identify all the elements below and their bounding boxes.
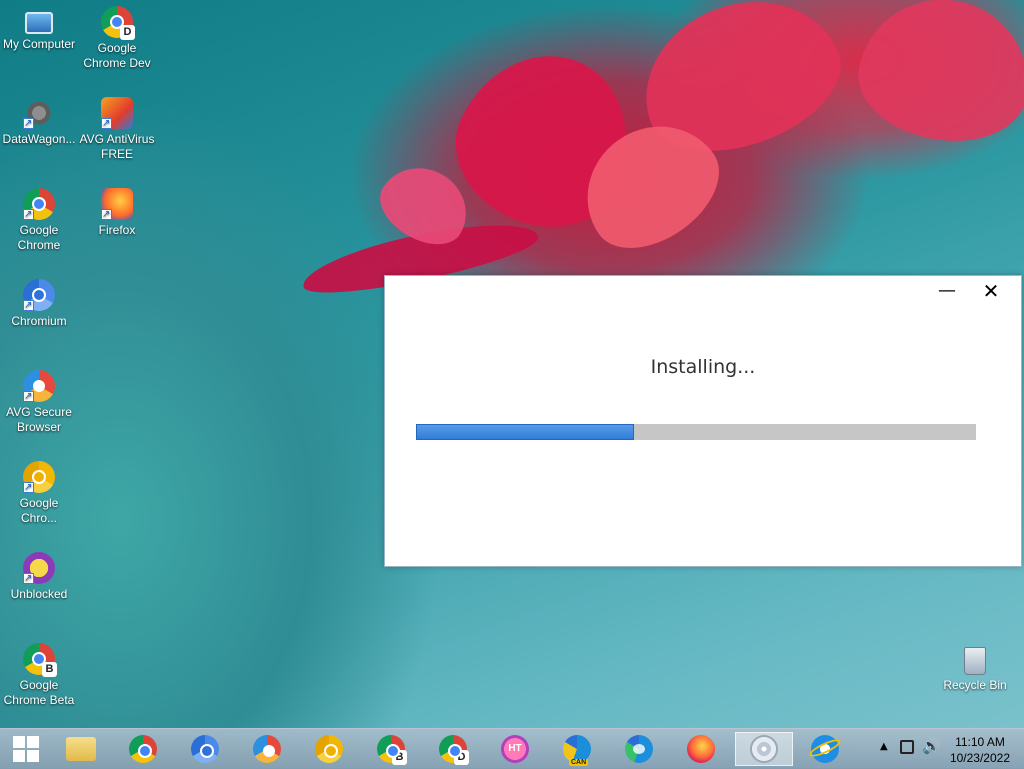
chrome-beta-icon: B <box>377 735 407 765</box>
shortcut-arrow-icon <box>101 207 112 222</box>
desktop-icon-datawagon[interactable]: DataWagon... <box>0 97 78 147</box>
shortcut-arrow-icon <box>101 116 112 131</box>
firefox-icon <box>101 188 133 222</box>
chrome-canary-icon <box>23 461 55 495</box>
avg-secure-browser-icon <box>253 735 281 763</box>
desktop-icon-recycle-bin[interactable]: Recycle Bin <box>936 643 1014 693</box>
shortcut-arrow-icon <box>23 207 34 222</box>
start-button[interactable] <box>0 732 52 766</box>
shortcut-arrow-icon <box>23 480 34 495</box>
windows-icon <box>13 736 39 762</box>
chrome-icon <box>23 188 55 222</box>
taskbar-unblocked[interactable]: HT <box>489 732 541 766</box>
desktop-icon-label: AVG Secure Browser <box>6 405 72 434</box>
desktop-icon-google-chrome[interactable]: Google Chrome <box>0 188 78 253</box>
desktop-icon-label: Google Chrome Dev <box>83 41 151 70</box>
clock[interactable]: 11:10 AM 10/23/2022 <box>950 734 1010 766</box>
volume-icon[interactable]: 🔊 <box>922 737 941 755</box>
desktop-icon-firefox[interactable]: Firefox <box>78 188 156 238</box>
desktop-icon-label: Google Chrome <box>17 223 61 252</box>
unblocked-icon <box>23 552 55 586</box>
desktop-icon-label: My Computer <box>2 37 76 51</box>
chrome-canary-icon <box>315 735 343 763</box>
chromium-icon <box>23 279 55 313</box>
desktop-icon-label: Recycle Bin <box>943 678 1007 692</box>
taskbar: B D HT CAN ▲ 🔊 11:10 AM 10/23/2022 <box>0 728 1024 769</box>
shortcut-arrow-icon <box>23 571 34 586</box>
chrome-beta-icon: B <box>23 643 57 677</box>
avg-secure-browser-icon <box>23 370 55 404</box>
show-hidden-icons-icon[interactable]: ▲ <box>880 741 888 752</box>
taskbar-file-explorer[interactable] <box>55 732 107 766</box>
desktop-icon-chromium[interactable]: Chromium <box>0 279 78 329</box>
chrome-icon <box>129 735 157 763</box>
chromium-icon <box>191 735 219 763</box>
system-tray: ▲ 🔊 11:10 AM 10/23/2022 <box>864 729 1024 769</box>
desktop-icon-label: AVG AntiVirus FREE <box>79 132 155 161</box>
taskbar-chrome-beta[interactable]: B <box>365 732 417 766</box>
gear-icon <box>23 97 55 131</box>
folder-icon <box>66 737 96 761</box>
desktop-icon-avg-antivirus[interactable]: AVG AntiVirus FREE <box>78 97 156 162</box>
internet-explorer-icon <box>811 735 839 763</box>
install-progress-fill <box>416 424 635 440</box>
desktop-icon-label: Google Chro... <box>19 496 59 525</box>
taskbar-edge-canary[interactable]: CAN <box>551 732 603 766</box>
desktop-icon-label: DataWagon... <box>2 132 76 146</box>
edge-icon <box>625 735 653 763</box>
taskbar-installer-setup[interactable] <box>735 732 793 766</box>
taskbar-firefox[interactable] <box>675 732 727 766</box>
desktop-icon-avg-secure-browser[interactable]: AVG Secure Browser <box>0 370 78 435</box>
shortcut-arrow-icon <box>23 116 34 131</box>
computer-icon <box>25 12 53 34</box>
unblocked-icon: HT <box>501 735 529 763</box>
recycle-bin-icon <box>964 647 986 675</box>
desktop-icon-chrome-dev[interactable]: D Google Chrome Dev <box>78 6 156 71</box>
desktop-icon-unblocked[interactable]: Unblocked <box>0 552 78 602</box>
desktop-icon-label: Unblocked <box>10 587 68 601</box>
installer-window: — ✕ Installing... <box>384 275 1022 567</box>
shortcut-arrow-icon <box>23 389 34 404</box>
desktop-icon-label: Firefox <box>98 223 136 237</box>
chrome-dev-icon: D <box>439 735 469 765</box>
close-button[interactable]: ✕ <box>969 278 1013 304</box>
desktop-icon-label: Google Chrome Beta <box>3 678 75 707</box>
desktop-icon-label: Chromium <box>11 314 67 328</box>
clock-date: 10/23/2022 <box>949 751 1010 765</box>
firefox-icon <box>687 735 715 763</box>
wallpaper-petal <box>849 0 1024 154</box>
avg-antivirus-icon <box>101 97 133 131</box>
desktop-icon-chrome-beta[interactable]: B Google Chrome Beta <box>0 643 78 708</box>
taskbar-edge[interactable] <box>613 732 665 766</box>
install-progress-bar <box>416 424 976 440</box>
dvd-setup-icon <box>750 735 778 763</box>
clock-time: 11:10 AM <box>955 735 1005 749</box>
desktop-icon-chrome-canary[interactable]: Google Chro... <box>0 461 78 526</box>
chrome-dev-icon: D <box>101 6 135 40</box>
network-icon[interactable] <box>900 740 914 754</box>
taskbar-avg-secure-browser[interactable] <box>241 732 293 766</box>
taskbar-chromium[interactable] <box>179 732 231 766</box>
edge-canary-icon: CAN <box>563 735 591 766</box>
install-status-text: Installing... <box>650 356 756 378</box>
shortcut-arrow-icon <box>23 298 34 313</box>
taskbar-internet-explorer[interactable] <box>799 732 851 766</box>
taskbar-chrome-dev[interactable]: D <box>427 732 479 766</box>
taskbar-google-chrome[interactable] <box>117 732 169 766</box>
minimize-button[interactable]: — <box>925 278 969 304</box>
taskbar-chrome-canary[interactable] <box>303 732 355 766</box>
desktop-icon-my-computer[interactable]: My Computer <box>0 6 78 52</box>
